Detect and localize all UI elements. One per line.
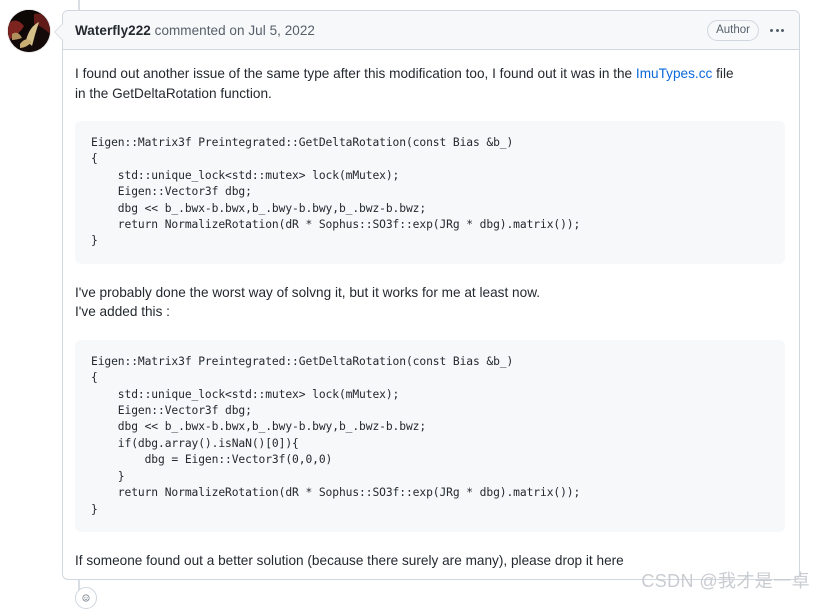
csdn-watermark: CSDN @我才是一卓	[641, 571, 810, 591]
comment-byline: Waterfly222 commented on Jul 5, 2022	[75, 23, 315, 38]
author-badge: Author	[707, 19, 759, 41]
smiley-face-icon	[82, 594, 90, 602]
code-block-original: Eigen::Matrix3f Preintegrated::GetDeltaR…	[75, 121, 785, 264]
code-block-fixed-content: Eigen::Matrix3f Preintegrated::GetDeltaR…	[91, 354, 581, 516]
paragraph-intro: I found out another issue of the same ty…	[75, 64, 747, 103]
add-reaction-button[interactable]	[75, 587, 97, 609]
code-block-fixed: Eigen::Matrix3f Preintegrated::GetDeltaR…	[75, 339, 785, 532]
comment-header: Waterfly222 commented on Jul 5, 2022 Aut…	[63, 11, 799, 50]
kebab-dot	[781, 28, 784, 32]
code-block-original-content: Eigen::Matrix3f Preintegrated::GetDeltaR…	[91, 136, 581, 248]
comment-timestamp[interactable]: Jul 5, 2022	[248, 23, 315, 38]
avatar[interactable]	[8, 10, 50, 52]
paragraph-intro-text-before: I found out another issue of the same ty…	[75, 66, 636, 81]
kebab-menu-icon[interactable]	[769, 26, 785, 35]
comment-container: Waterfly222 commented on Jul 5, 2022 Aut…	[54, 10, 800, 609]
kebab-dot	[775, 28, 779, 32]
comment-header-actions: Author	[707, 19, 785, 41]
kebab-dot	[770, 28, 773, 32]
imutypes-file-link[interactable]: ImuTypes.cc	[636, 66, 712, 81]
paragraph-solution-note: I've probably done the worst way of solv…	[75, 284, 541, 320]
comment-author-link[interactable]: Waterfly222	[75, 23, 151, 38]
comment-body: I found out another issue of the same ty…	[63, 50, 799, 609]
comment-action-text: commented on	[150, 22, 249, 38]
